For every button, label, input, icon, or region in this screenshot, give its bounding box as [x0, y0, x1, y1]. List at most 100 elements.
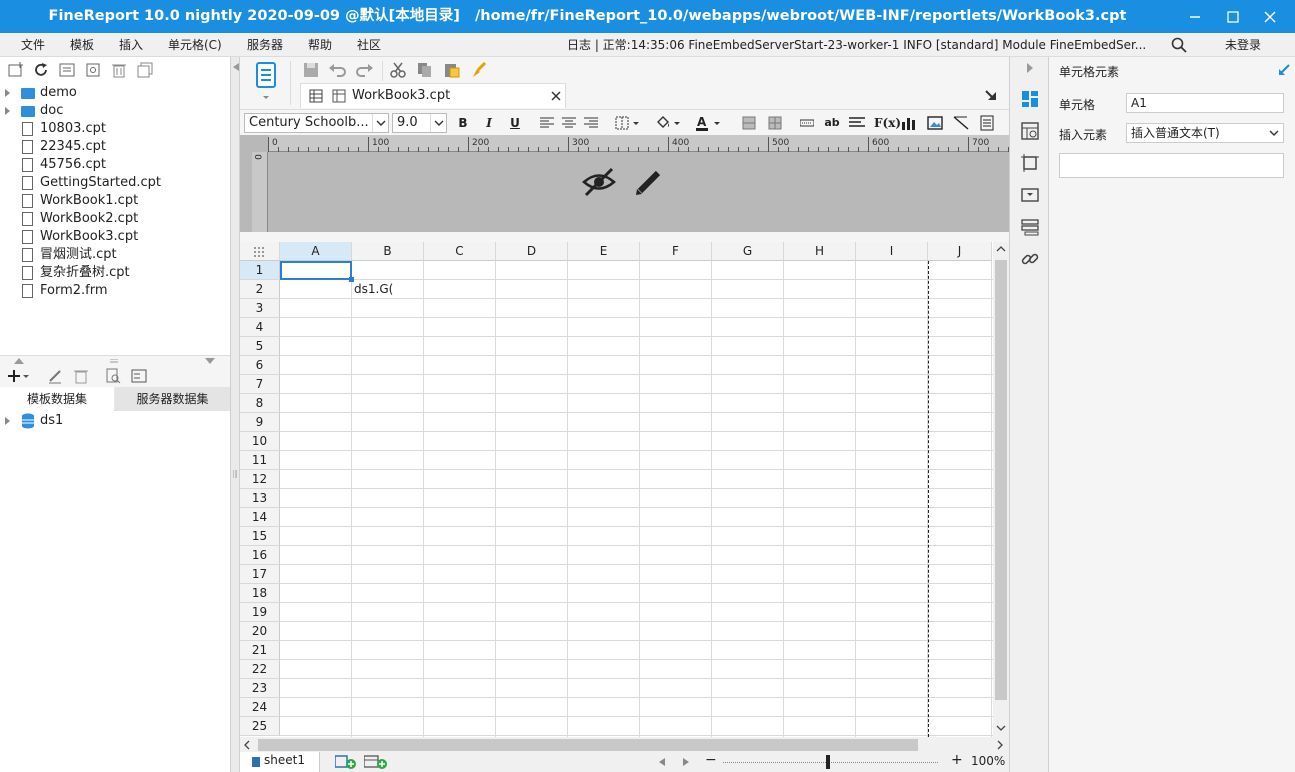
row-header[interactable]: 10	[240, 432, 280, 451]
widget-settings-icon[interactable]	[1020, 185, 1040, 205]
expand-arrow-icon[interactable]	[5, 107, 10, 115]
font-size-select[interactable]: 9.0	[392, 113, 447, 133]
italic-icon[interactable]: I	[480, 114, 498, 132]
cell-attribute-icon[interactable]	[1020, 121, 1040, 141]
format-painter-icon[interactable]	[469, 60, 489, 80]
menu-server[interactable]: 服务器	[247, 33, 283, 57]
row-header[interactable]: 7	[240, 375, 280, 394]
row-header[interactable]: 13	[240, 489, 280, 508]
unmerge-cells-icon[interactable]	[766, 114, 784, 132]
log-status-text[interactable]: 日志 | 正常:14:35:06 FineEmbedServerStart-23…	[567, 33, 1167, 57]
tree-folder[interactable]: demo	[0, 84, 228, 102]
zoom-in-button[interactable]: +	[951, 752, 963, 768]
column-header[interactable]: G	[712, 242, 784, 261]
new-report-icon[interactable]	[253, 61, 279, 103]
row-header[interactable]: 16	[240, 546, 280, 565]
maximize-button[interactable]	[1213, 0, 1253, 33]
rich-text-icon[interactable]: ab	[823, 114, 841, 132]
underline-icon[interactable]: U	[506, 114, 524, 132]
cell-name-input[interactable]: A1	[1126, 93, 1284, 113]
add-report-sheet-icon[interactable]	[335, 754, 357, 770]
spreadsheet-grid[interactable]: A B C D E F G H I J 1 2 3 4 5 6 7 8 9 10 11 12 13 14 15 16 17 18 19 2…	[240, 242, 993, 737]
search-icon[interactable]	[1170, 36, 1188, 54]
undo-icon[interactable]	[328, 60, 348, 80]
column-header[interactable]: I	[856, 242, 928, 261]
row-header[interactable]: 21	[240, 641, 280, 660]
file-tab[interactable]: WorkBook3.cpt	[300, 83, 566, 108]
left-collapse-bar[interactable]	[231, 57, 240, 772]
row-header[interactable]: 9	[240, 413, 280, 432]
tree-file[interactable]: 10803.cpt	[0, 120, 228, 138]
save-icon[interactable]	[301, 60, 321, 80]
text-wrap-icon[interactable]	[848, 114, 866, 132]
dataset-item-ds1[interactable]: ds1	[0, 412, 228, 430]
column-header[interactable]: F	[640, 242, 712, 261]
bold-icon[interactable]: B	[454, 114, 472, 132]
tab-template-dataset[interactable]: 模板数据集	[0, 387, 114, 411]
select-all-corner[interactable]	[240, 242, 280, 261]
formula-icon[interactable]: F(x)	[874, 114, 901, 132]
tree-file[interactable]: 45756.cpt	[0, 156, 228, 174]
row-header[interactable]: 22	[240, 660, 280, 679]
row-header[interactable]: 5	[240, 337, 280, 356]
image-icon[interactable]	[926, 114, 944, 132]
login-link[interactable]: 未登录	[1225, 33, 1261, 57]
menu-help[interactable]: 帮助	[308, 33, 332, 57]
paste-icon[interactable]	[442, 60, 462, 80]
horizontal-scrollbar[interactable]	[240, 737, 1009, 753]
dataset-params-icon[interactable]	[130, 367, 148, 385]
row-header[interactable]: 3	[240, 299, 280, 318]
float-element-icon[interactable]	[1020, 153, 1040, 173]
align-center-icon[interactable]	[560, 114, 578, 132]
row-header[interactable]: 25	[240, 717, 280, 736]
lock-template-icon[interactable]	[84, 61, 102, 79]
tree-file[interactable]: Form2.frm	[0, 282, 228, 300]
row-header[interactable]: 17	[240, 565, 280, 584]
row-header[interactable]: 20	[240, 622, 280, 641]
insert-element-select[interactable]: 插入普通文本(T)	[1126, 123, 1284, 143]
menu-template[interactable]: 模板	[70, 33, 94, 57]
row-header[interactable]: 24	[240, 698, 280, 717]
insert-text-icon[interactable]	[798, 114, 816, 132]
row-header[interactable]: 12	[240, 470, 280, 489]
hyperlink-icon[interactable]	[1020, 249, 1040, 269]
expand-arrow-icon[interactable]	[5, 89, 10, 97]
tab-server-dataset[interactable]: 服务器数据集	[115, 387, 230, 411]
slash-cell-icon[interactable]	[952, 114, 970, 132]
cell-content-editor[interactable]	[1059, 153, 1284, 178]
column-header[interactable]: H	[784, 242, 856, 261]
column-header[interactable]: E	[568, 242, 640, 261]
row-header[interactable]: 23	[240, 679, 280, 698]
delete-dataset-icon[interactable]	[72, 367, 90, 385]
cell-b2[interactable]: ds1.G(	[354, 281, 393, 298]
cut-icon[interactable]	[388, 60, 408, 80]
menu-insert[interactable]: 插入	[119, 33, 143, 57]
row-header[interactable]: 11	[240, 451, 280, 470]
redo-icon[interactable]	[354, 60, 374, 80]
row-header[interactable]: 8	[240, 394, 280, 413]
new-folder-icon[interactable]	[7, 61, 25, 79]
font-color-icon[interactable]: A	[694, 114, 724, 132]
tree-file[interactable]: WorkBook3.cpt	[0, 228, 228, 246]
tree-file[interactable]: WorkBook2.cpt	[0, 210, 228, 228]
row-header[interactable]: 18	[240, 584, 280, 603]
tree-file[interactable]: WorkBook1.cpt	[0, 192, 228, 210]
vertical-scrollbar[interactable]	[993, 242, 1009, 737]
hscroll-thumb[interactable]	[258, 739, 918, 751]
tree-file[interactable]: 冒烟测试.cpt	[0, 246, 228, 264]
merge-cells-icon[interactable]	[740, 114, 758, 132]
menu-file[interactable]: 文件	[21, 33, 45, 57]
border-icon[interactable]	[614, 114, 644, 132]
add-dashboard-sheet-icon[interactable]	[364, 754, 388, 770]
add-dataset-icon[interactable]	[5, 367, 31, 385]
column-header[interactable]: A	[280, 242, 352, 261]
row-header[interactable]: 4	[240, 318, 280, 337]
template-menu-icon[interactable]	[982, 87, 1000, 105]
column-header[interactable]: C	[424, 242, 496, 261]
collapse-panel-icon[interactable]	[1276, 62, 1292, 78]
menu-community[interactable]: 社区	[357, 33, 381, 57]
font-family-select[interactable]: Century Schoolb...	[244, 113, 389, 133]
tree-file[interactable]: 复杂折叠树.cpt	[0, 264, 228, 282]
align-left-icon[interactable]	[538, 114, 556, 132]
condition-attribute-icon[interactable]	[1020, 217, 1040, 237]
